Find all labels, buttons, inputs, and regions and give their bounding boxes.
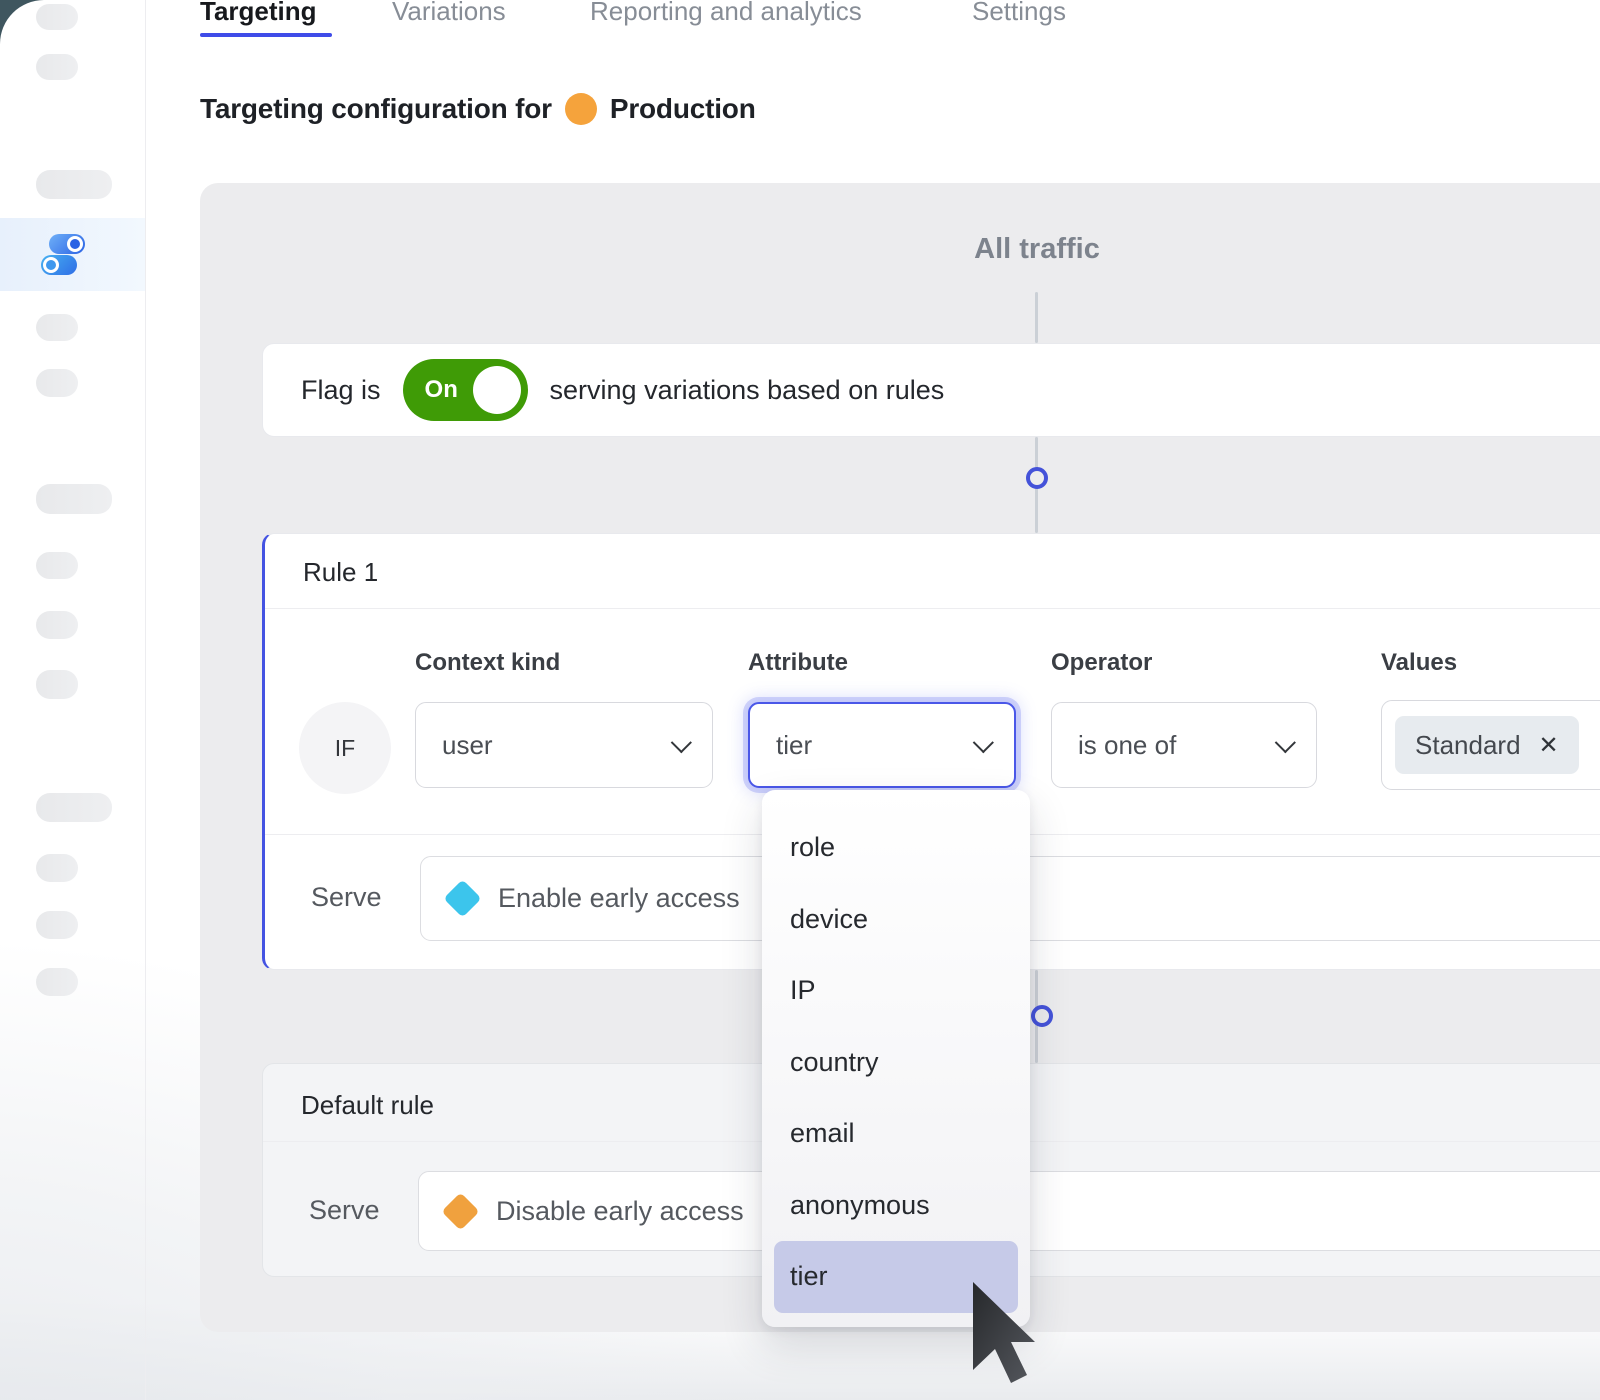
environment-dot-icon [565, 93, 597, 125]
rule-serve-value: Enable early access [498, 883, 740, 914]
connector-node-icon [1026, 467, 1048, 489]
sidebar-skeleton-item [36, 911, 78, 939]
sidebar-skeleton-item [36, 968, 78, 996]
variation-diamond-icon [443, 879, 481, 917]
sidebar-skeleton-item [36, 552, 78, 579]
field-label-operator: Operator [1051, 649, 1152, 677]
dropdown-item-IP[interactable]: IP [774, 955, 1018, 1027]
dropdown-item-role[interactable]: role [774, 812, 1018, 884]
sidebar-skeleton-item [36, 4, 78, 30]
app-window: Targeting Variations Reporting and analy… [0, 0, 1600, 1400]
variation-diamond-icon [441, 1192, 479, 1230]
dropdown-item-country[interactable]: country [774, 1027, 1018, 1099]
sidebar-skeleton-item [36, 854, 78, 882]
operator-select[interactable]: is one of [1051, 702, 1317, 788]
values-input[interactable]: Standard ✕ [1381, 700, 1600, 790]
sidebar-skeleton-item [36, 793, 112, 822]
sidebar-item-targeting-active[interactable] [0, 218, 145, 291]
serve-label: Serve [309, 1195, 380, 1226]
chevron-down-icon [973, 732, 994, 753]
flag-toggle-knob [473, 366, 521, 414]
field-label-values: Values [1381, 649, 1457, 677]
default-serve-value: Disable early access [496, 1196, 744, 1227]
context-kind-select[interactable]: user [415, 702, 713, 788]
chevron-down-icon [1275, 732, 1296, 753]
sidebar [0, 0, 146, 1400]
flag-status-card: Flag is On serving variations based on r… [262, 343, 1600, 437]
sidebar-skeleton-item [36, 670, 78, 699]
if-badge: IF [299, 702, 391, 794]
dropdown-item-device[interactable]: device [774, 884, 1018, 956]
feature-flags-toggles-icon [39, 234, 89, 275]
rule-title: Rule 1 [265, 534, 1600, 588]
sidebar-skeleton-item [36, 369, 78, 397]
sidebar-skeleton-item [36, 484, 112, 514]
sidebar-skeleton-item [36, 611, 78, 639]
tab-settings[interactable]: Settings [972, 0, 1066, 27]
tab-targeting[interactable]: Targeting [200, 0, 317, 27]
sidebar-skeleton-item [36, 54, 78, 80]
dropdown-item-email[interactable]: email [774, 1098, 1018, 1170]
active-tab-underline [200, 33, 332, 37]
field-label-attribute: Attribute [748, 649, 848, 677]
value-chip-label: Standard [1415, 730, 1521, 761]
flag-status-suffix: serving variations based on rules [550, 375, 945, 406]
attribute-dropdown-menu: roledeviceIPcountryemailanonymoustier [762, 790, 1030, 1327]
divider [265, 608, 1600, 609]
chevron-down-icon [671, 732, 692, 753]
context-kind-value: user [442, 730, 493, 761]
tab-bar: Targeting Variations Reporting and analy… [200, 0, 1300, 40]
sidebar-skeleton-item [36, 314, 78, 341]
flag-toggle-label: On [425, 376, 458, 404]
tab-variations[interactable]: Variations [392, 0, 506, 27]
attribute-select[interactable]: tier [748, 702, 1016, 788]
serve-label: Serve [311, 882, 382, 913]
dropdown-item-tier[interactable]: tier [774, 1241, 1018, 1313]
page-title: Targeting configuration for Production [200, 93, 756, 125]
dropdown-item-anonymous[interactable]: anonymous [774, 1170, 1018, 1242]
page-title-text: Targeting configuration for [200, 93, 552, 125]
sidebar-skeleton-item [36, 170, 112, 199]
all-traffic-label: All traffic [974, 233, 1100, 266]
field-label-context-kind: Context kind [415, 649, 560, 677]
value-chip-standard[interactable]: Standard ✕ [1395, 716, 1579, 774]
environment-name: Production [610, 93, 756, 125]
chip-remove-icon[interactable]: ✕ [1539, 731, 1559, 760]
attribute-value: tier [776, 730, 812, 761]
tab-reporting-and-analytics[interactable]: Reporting and analytics [590, 0, 862, 27]
connector-node-icon [1031, 1005, 1053, 1027]
connector-line [1035, 292, 1038, 343]
flag-status-prefix: Flag is [301, 375, 381, 406]
flag-toggle[interactable]: On [403, 359, 528, 421]
operator-value: is one of [1078, 730, 1176, 761]
